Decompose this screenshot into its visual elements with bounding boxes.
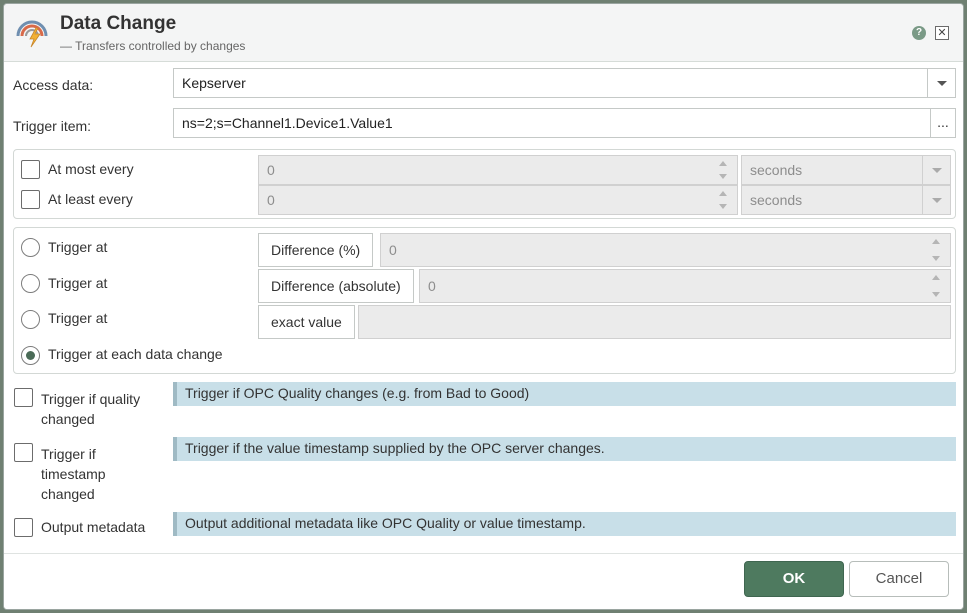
trigger-at-label: Trigger at — [48, 275, 108, 291]
trigger-each-change-radio[interactable] — [21, 346, 40, 365]
at-most-every-value: 0 — [267, 162, 275, 178]
close-icon[interactable]: ✕ — [935, 26, 949, 40]
data-change-dialog: Data Change — Transfers controlled by ch… — [3, 3, 964, 610]
at-most-every-input[interactable]: 0 — [258, 155, 738, 185]
trigger-at-label: Trigger at — [48, 239, 108, 255]
difference-percent-value: 0 — [389, 242, 397, 258]
difference-percent-input[interactable]: 0 — [380, 233, 951, 267]
trigger-item-input[interactable]: ns=2;s=Channel1.Device1.Value1 — [173, 108, 931, 138]
difference-absolute-value: 0 — [428, 278, 436, 294]
trigger-exact-value-radio[interactable] — [21, 310, 40, 329]
dialog-title: Data Change — [60, 13, 177, 34]
trigger-item-label: Trigger item: — [13, 118, 92, 134]
at-least-every-value: 0 — [267, 192, 275, 208]
spinner-icon[interactable] — [924, 270, 950, 302]
at-most-every-label: At most every — [48, 161, 134, 177]
dialog-titlebar: Data Change — Transfers controlled by ch… — [4, 4, 963, 62]
cancel-button[interactable]: Cancel — [849, 561, 949, 597]
chevron-down-icon[interactable] — [922, 186, 950, 214]
access-data-label: Access data: — [13, 77, 94, 93]
at-least-every-checkbox[interactable] — [21, 190, 40, 209]
trigger-quality-label: Trigger if quality changed — [41, 391, 141, 427]
at-most-every-checkbox[interactable] — [21, 160, 40, 179]
ok-button[interactable]: OK — [744, 561, 844, 597]
trigger-difference-percent-radio[interactable] — [21, 238, 40, 257]
chevron-down-icon[interactable] — [927, 69, 955, 97]
output-metadata-checkbox[interactable] — [14, 518, 33, 537]
trigger-mode-group: Trigger at Difference (%) 0 Trigger at D… — [13, 227, 956, 374]
access-data-value: Kepserver — [182, 75, 246, 91]
exact-value-input[interactable] — [358, 305, 951, 339]
chevron-down-icon[interactable] — [922, 156, 950, 184]
trigger-item-value: ns=2;s=Channel1.Device1.Value1 — [182, 115, 393, 131]
at-least-every-unit: seconds — [750, 192, 803, 208]
exact-value-addon: exact value — [258, 305, 355, 339]
at-least-every-label: At least every — [48, 191, 133, 207]
trigger-quality-checkbox[interactable] — [14, 388, 33, 407]
trigger-timestamp-label: Trigger if timestamp changed — [41, 446, 106, 502]
browse-button[interactable]: ... — [930, 108, 956, 138]
spinner-icon[interactable] — [711, 156, 737, 184]
spinner-icon[interactable] — [711, 186, 737, 214]
trigger-difference-absolute-radio[interactable] — [21, 274, 40, 293]
difference-percent-addon: Difference (%) — [258, 233, 374, 267]
timestamp-info: Trigger if the value timestamp supplied … — [173, 437, 956, 461]
spinner-icon[interactable] — [924, 234, 950, 266]
gauge-lightning-icon — [16, 20, 48, 48]
difference-absolute-addon: Difference (absolute) — [258, 269, 414, 303]
output-metadata-label: Output metadata — [41, 519, 146, 535]
interval-group: At most every 0 seconds At least every 0… — [13, 149, 956, 219]
at-least-every-input[interactable]: 0 — [258, 185, 738, 215]
at-most-every-unit: seconds — [750, 162, 803, 178]
help-icon[interactable]: ? — [912, 26, 926, 40]
access-data-select[interactable]: Kepserver — [173, 68, 956, 98]
difference-absolute-input[interactable]: 0 — [419, 269, 951, 303]
at-most-every-unit-select[interactable]: seconds — [741, 155, 951, 185]
trigger-each-change-label: Trigger at each data change — [48, 346, 223, 362]
at-least-every-unit-select[interactable]: seconds — [741, 185, 951, 215]
trigger-at-label: Trigger at — [48, 310, 108, 326]
metadata-info: Output additional metadata like OPC Qual… — [173, 512, 956, 536]
dialog-subtitle: — Transfers controlled by changes — [60, 39, 246, 53]
quality-info: Trigger if OPC Quality changes (e.g. fro… — [173, 382, 956, 406]
trigger-timestamp-checkbox[interactable] — [14, 443, 33, 462]
